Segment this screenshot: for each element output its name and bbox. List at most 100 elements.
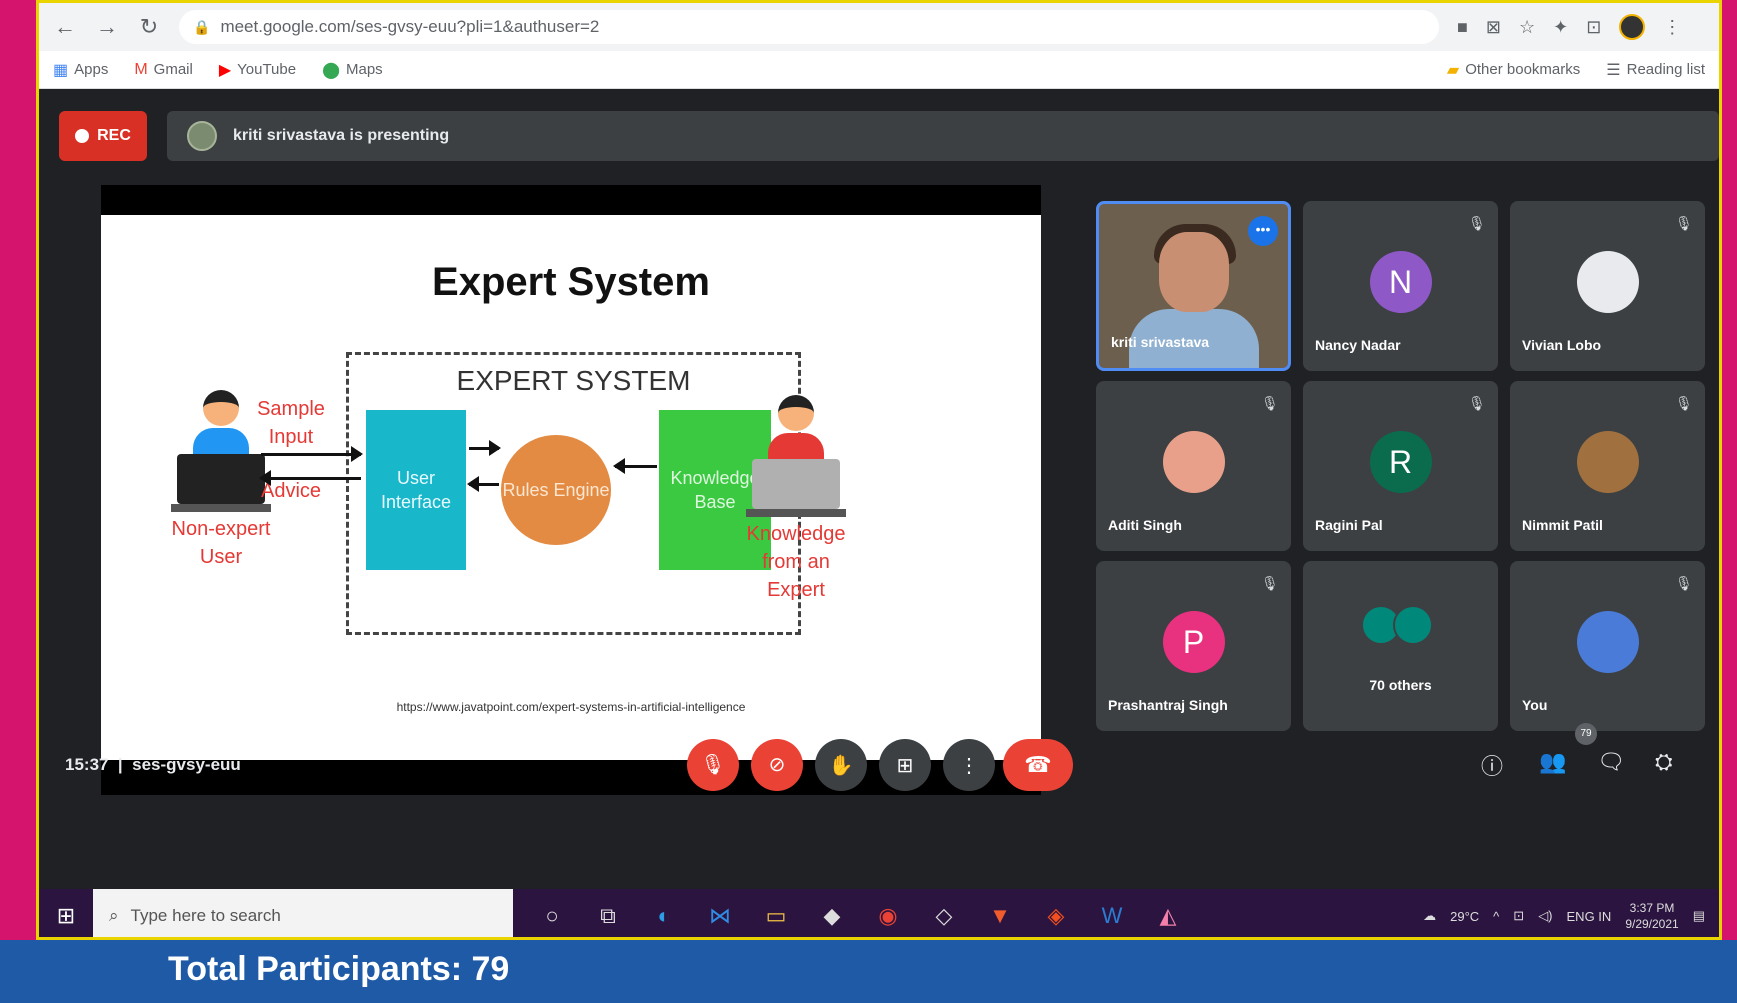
bookmark-other[interactable]: ▰ Other bookmarks — [1447, 60, 1580, 80]
maps-icon: ⬤ — [322, 61, 340, 79]
search-placeholder: Type here to search — [130, 906, 281, 925]
presenter-avatar — [187, 121, 217, 151]
chat-button[interactable]: 🗨 — [1597, 749, 1625, 775]
file-explorer-icon[interactable]: ▭ — [763, 903, 789, 929]
reload-icon[interactable]: ↻ — [137, 14, 161, 40]
advice-arrow — [259, 470, 361, 486]
mic-off-icon: 🎙 — [1675, 575, 1693, 591]
user-interface-box: User Interface — [366, 410, 466, 570]
camera-off-icon: ⊘ — [768, 754, 786, 776]
raise-hand-button[interactable]: ✋ — [815, 739, 867, 791]
mic-off-icon: 🎙 — [1468, 395, 1486, 411]
participant-tile-others[interactable]: 70 others — [1303, 561, 1498, 731]
menu-icon[interactable]: ⋮ — [1663, 17, 1681, 38]
system-tray: ☁ 29°C ^ ⊡ ◁) ENG IN 3:37 PM 9/29/2021 ▤ — [1423, 900, 1719, 932]
participant-tile-vivian[interactable]: 🎙 Vivian Lobo — [1510, 201, 1705, 371]
people-icon: 👥 — [1539, 749, 1567, 774]
brave-icon[interactable]: ▼ — [987, 903, 1013, 929]
participant-tile-you[interactable]: 🎙 You — [1510, 561, 1705, 731]
chrome-icon[interactable]: ◉ — [875, 903, 901, 929]
temperature: 29°C — [1450, 908, 1480, 924]
leave-call-button[interactable]: ☎ — [1003, 739, 1073, 791]
word-icon[interactable]: W — [1099, 903, 1125, 929]
forward-icon[interactable]: → — [95, 14, 119, 40]
rules-engine-circle: Rules Engine — [501, 435, 611, 545]
edge-icon[interactable]: ◐ — [651, 903, 677, 929]
extensions-icon[interactable]: ✦ — [1553, 17, 1568, 38]
present-button[interactable]: ⊞ — [879, 739, 931, 791]
recording-badge: REC — [59, 111, 147, 161]
mic-off-icon: 🎙 — [1261, 395, 1279, 411]
back-icon[interactable]: ← — [53, 14, 77, 40]
bookmark-youtube[interactable]: ▶ YouTube — [219, 60, 296, 80]
expert-figure — [741, 395, 851, 517]
expert-laptop-base — [746, 509, 846, 517]
activities-button[interactable]: ⛭ — [1655, 749, 1673, 775]
volume-icon[interactable]: ◁) — [1538, 908, 1552, 924]
app-icon-2[interactable]: ◇ — [931, 903, 957, 929]
participant-name: You — [1522, 697, 1548, 713]
windows-start-icon[interactable]: ⊞ — [39, 889, 93, 937]
apps-icon: ▦ — [53, 61, 69, 79]
meeting-details-button[interactable]: ⓘ — [1481, 749, 1503, 781]
others-avatar-2 — [1392, 605, 1433, 645]
url-field[interactable]: 🔒 meet.google.com/ses-gvsy-euu?pli=1&aut… — [179, 10, 1439, 44]
language-indicator[interactable]: ENG IN — [1567, 909, 1612, 924]
participant-tile-aditi[interactable]: 🎙 Aditi Singh — [1096, 381, 1291, 551]
participant-tile-nimmit[interactable]: 🎙 Nimmit Patil — [1510, 381, 1705, 551]
windows-taskbar: ⊞ ⌕ Type here to search ○ ⧉ ◐ ⋈ ▭ ◆ ◉ ◇ … — [39, 889, 1719, 937]
ui-to-rules-arrow — [469, 440, 501, 456]
avatar: R — [1369, 431, 1432, 493]
date-text: 9/29/2021 — [1625, 917, 1679, 931]
more-options-icon[interactable]: ••• — [1248, 216, 1278, 246]
more-vert-icon: ⋮ — [959, 754, 979, 777]
participant-tile-nancy[interactable]: 🎙 N Nancy Nadar — [1303, 201, 1498, 371]
figma-icon[interactable]: ◈ — [1043, 903, 1069, 929]
expert-laptop-icon — [752, 459, 840, 509]
rules-to-ui-arrow — [467, 476, 499, 492]
avatar: P — [1162, 611, 1225, 673]
camera-icon[interactable]: ■ — [1457, 17, 1468, 38]
presentation-view: Expert System EXPERT SYSTEM Sample Input… — [101, 185, 1041, 795]
bookmarks-bar: ▦ Apps M Gmail ▶ YouTube ⬤ Maps ▰ Other bookm… — [39, 51, 1719, 89]
app-icon[interactable]: ◆ — [819, 903, 845, 929]
vscode-icon[interactable]: ⋈ — [707, 903, 733, 929]
cast-icon[interactable]: ⊡ — [1586, 17, 1601, 38]
phone-hangup-icon: ☎ — [1024, 752, 1052, 777]
mic-toggle-button[interactable]: 🎙 — [687, 739, 739, 791]
mic-off-icon: 🎙 — [1261, 575, 1279, 591]
star-icon[interactable]: ☆ — [1519, 17, 1535, 38]
participant-tile-ragini[interactable]: 🎙 R Ragini Pal — [1303, 381, 1498, 551]
translate-icon[interactable]: ⊠ — [1486, 17, 1501, 38]
profile-avatar[interactable] — [1619, 14, 1646, 40]
meet-top-bar: REC kriti srivastava is presenting — [59, 111, 1719, 161]
participant-name: Nimmit Patil — [1522, 517, 1603, 533]
non-expert-label: Non-expert User — [171, 518, 271, 568]
bookmark-apps[interactable]: ▦ Apps — [53, 60, 108, 80]
people-button[interactable]: 👥 — [1539, 749, 1566, 775]
more-options-button[interactable]: ⋮ — [943, 739, 995, 791]
participant-tile-prashantraj[interactable]: 🎙 P Prashantraj Singh — [1096, 561, 1291, 731]
lock-icon: 🔒 — [193, 18, 211, 35]
notifications-icon[interactable]: ▤ — [1693, 908, 1705, 924]
record-dot-icon — [75, 129, 90, 143]
slide-title: Expert System — [432, 260, 710, 304]
bookmark-maps[interactable]: ⬤ Maps — [322, 60, 383, 80]
paint-icon[interactable]: ◭ — [1155, 903, 1181, 929]
participant-name: kriti srivastava — [1111, 334, 1210, 350]
weather-icon[interactable]: ☁ — [1423, 908, 1436, 924]
camera-toggle-button[interactable]: ⊘ — [751, 739, 803, 791]
tray-chevron-icon[interactable]: ^ — [1493, 909, 1499, 924]
network-icon[interactable]: ⊡ — [1513, 908, 1524, 924]
cortana-icon[interactable]: ○ — [539, 903, 565, 929]
mic-off-icon: 🎙 — [700, 754, 726, 776]
bookmark-reading-list[interactable]: ☰ Reading list — [1606, 60, 1705, 80]
participant-tile-kriti[interactable]: ••• kriti srivastava — [1096, 201, 1291, 371]
task-view-icon[interactable]: ⧉ — [595, 903, 621, 929]
participant-name: Prashantraj Singh — [1108, 697, 1228, 713]
url-text: meet.google.com/ses-gvsy-euu?pli=1&authu… — [220, 17, 600, 36]
tray-clock[interactable]: 3:37 PM 9/29/2021 — [1625, 900, 1678, 932]
bookmark-gmail[interactable]: M Gmail — [134, 61, 193, 79]
reading-list-icon: ☰ — [1606, 61, 1621, 79]
taskbar-search[interactable]: ⌕ Type here to search — [93, 889, 513, 937]
